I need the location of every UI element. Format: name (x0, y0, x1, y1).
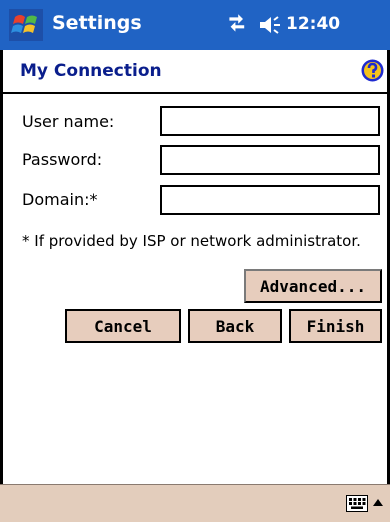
help-icon[interactable] (361, 59, 384, 82)
connectivity-icon[interactable] (227, 14, 249, 36)
back-button[interactable]: Back (188, 309, 282, 343)
finish-button[interactable]: Finish (289, 309, 382, 343)
password-label: Password: (22, 150, 103, 169)
speaker-icon[interactable] (258, 14, 282, 36)
title-bar: Settings 12:40 (0, 0, 390, 50)
domain-note: * If provided by ISP or network administ… (22, 232, 361, 250)
cancel-button[interactable]: Cancel (65, 309, 181, 343)
domain-field[interactable] (160, 185, 380, 215)
keyboard-icon[interactable] (346, 495, 368, 512)
menu-bar (0, 484, 390, 522)
up-arrow-icon[interactable] (372, 497, 384, 507)
page-header: My Connection (3, 50, 387, 94)
app-title: Settings (52, 12, 142, 34)
domain-label: Domain:* (22, 190, 98, 209)
windows-flag-icon[interactable] (9, 9, 43, 41)
username-field[interactable] (160, 106, 380, 136)
advanced-button[interactable]: Advanced... (244, 269, 382, 303)
clock[interactable]: 12:40 (286, 14, 340, 34)
username-label: User name: (22, 112, 115, 131)
password-field[interactable] (160, 145, 380, 175)
page-title: My Connection (20, 61, 162, 81)
